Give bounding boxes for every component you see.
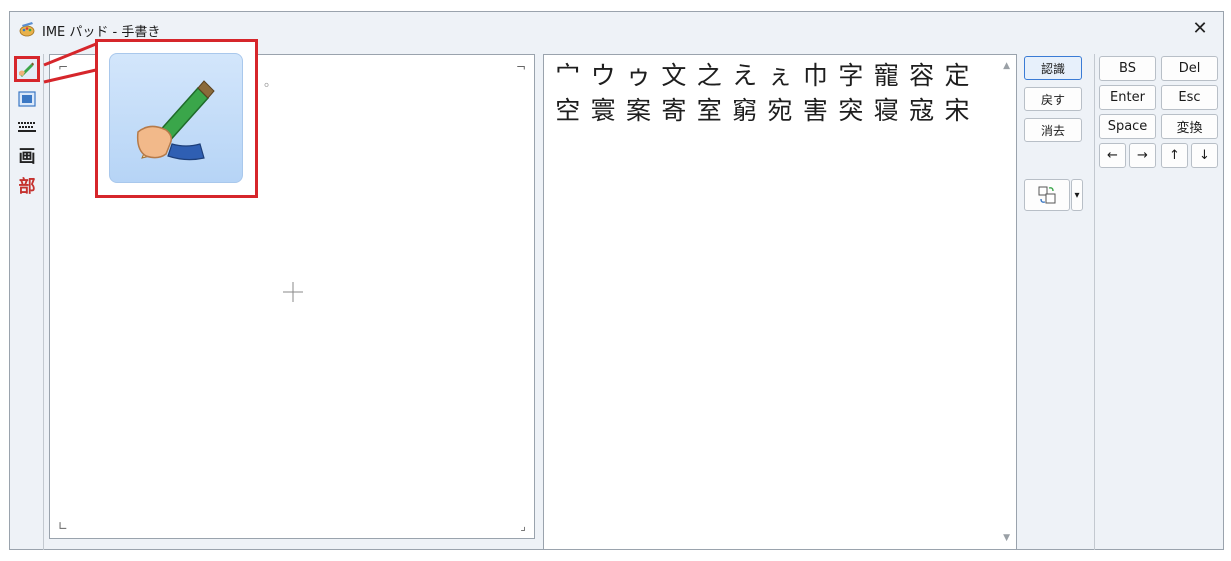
space-key[interactable]: Space (1099, 114, 1156, 139)
candidate-char[interactable]: 寝 (869, 94, 904, 128)
up-arrow-key[interactable]: ↑ (1161, 143, 1188, 168)
handwriting-pen-icon (19, 62, 34, 77)
candidate-char[interactable]: 案 (621, 94, 656, 128)
canvas-corner-top-left: ⌐ (58, 60, 69, 74)
canvas-corner-bottom-left: ∟ (58, 519, 69, 533)
recognize-button[interactable]: 認識 (1024, 56, 1082, 80)
candidate-char[interactable]: 室 (692, 94, 727, 128)
sidebar-item-character-list[interactable] (14, 86, 40, 112)
candidate-scroll-up-button[interactable]: ▲ (1003, 61, 1010, 71)
pad-mode-sidebar: 画 部 (10, 54, 44, 550)
handwriting-pen-icon (136, 80, 215, 161)
close-button[interactable]: ✕ (1177, 12, 1223, 46)
sidebar-item-soft-keyboard[interactable] (14, 114, 40, 140)
character-list-icon (18, 91, 36, 107)
canvas-corner-top-right: ¬ (515, 60, 526, 74)
candidate-char[interactable]: ぇ (762, 59, 797, 93)
left-arrow-key[interactable]: ← (1099, 143, 1126, 168)
clear-button[interactable]: 消去 (1024, 118, 1082, 142)
down-arrow-key[interactable]: ↓ (1191, 143, 1218, 168)
recognition-options-dropdown[interactable]: ▾ (1071, 179, 1083, 211)
candidate-char[interactable]: 寄 (656, 94, 691, 128)
candidate-char[interactable]: ウ (585, 59, 620, 93)
handwriting-button-callout (95, 39, 258, 198)
candidate-char[interactable]: ゥ (621, 59, 656, 93)
sidebar-item-radical[interactable]: 部 (14, 174, 40, 200)
canvas-corner-bottom-right: ⌟ (520, 519, 526, 533)
backspace-key[interactable]: BS (1099, 56, 1156, 81)
enter-key[interactable]: Enter (1099, 85, 1156, 110)
stroke-count-label: 画 (18, 146, 36, 167)
candidate-char[interactable]: 之 (692, 59, 727, 93)
candidate-char[interactable]: 宋 (939, 94, 974, 128)
right-arrow-key[interactable]: → (1129, 143, 1156, 168)
recognition-options-icon (1038, 186, 1056, 204)
candidate-char[interactable]: 寇 (904, 94, 939, 128)
convert-key[interactable]: 変換 (1161, 114, 1218, 139)
candidate-char[interactable]: 宀 (550, 59, 585, 93)
escape-key[interactable]: Esc (1161, 85, 1218, 110)
delete-key[interactable]: Del (1161, 56, 1218, 81)
undo-button[interactable]: 戻す (1024, 87, 1082, 111)
callout-button-zoom (109, 53, 243, 183)
sidebar-item-stroke-count[interactable]: 画 (14, 144, 40, 170)
candidate-char[interactable]: 容 (904, 59, 939, 93)
candidate-char[interactable]: 空 (550, 94, 585, 128)
candidate-char[interactable]: え (727, 59, 762, 93)
candidate-row-1: 宀 ウ ゥ 文 之 え ぇ 巾 字 寵 容 定 (550, 59, 975, 93)
keyboard-icon (18, 122, 36, 132)
candidate-char[interactable]: 巾 (798, 59, 833, 93)
candidate-char[interactable]: 定 (939, 59, 974, 93)
crosshair-icon (283, 282, 303, 302)
window-title: IME パッド - 手書き (42, 25, 161, 40)
candidate-char[interactable]: 寵 (869, 59, 904, 93)
candidate-list: 宀 ウ ゥ 文 之 え ぇ 巾 字 寵 容 定 空 寰 案 寄 室 窮 宛 害 … (543, 54, 1017, 550)
radical-label: 部 (18, 176, 36, 197)
sidebar-item-handwriting[interactable] (14, 56, 40, 82)
candidate-char[interactable]: 寰 (585, 94, 620, 128)
candidate-row-2: 空 寰 案 寄 室 窮 宛 害 突 寝 寇 宋 (550, 94, 975, 128)
candidate-char[interactable]: 字 (833, 59, 868, 93)
candidate-scroll-down-button[interactable]: ▼ (1003, 533, 1010, 543)
candidate-char[interactable]: 害 (798, 94, 833, 128)
canvas-guide-text: 。 (264, 75, 278, 90)
candidate-char[interactable]: 突 (833, 94, 868, 128)
recognition-options-button[interactable] (1024, 179, 1070, 211)
ime-pad-app-icon (19, 22, 35, 37)
candidate-char[interactable]: 宛 (762, 94, 797, 128)
candidate-char[interactable]: 窮 (727, 94, 762, 128)
candidate-char[interactable]: 文 (656, 59, 691, 93)
